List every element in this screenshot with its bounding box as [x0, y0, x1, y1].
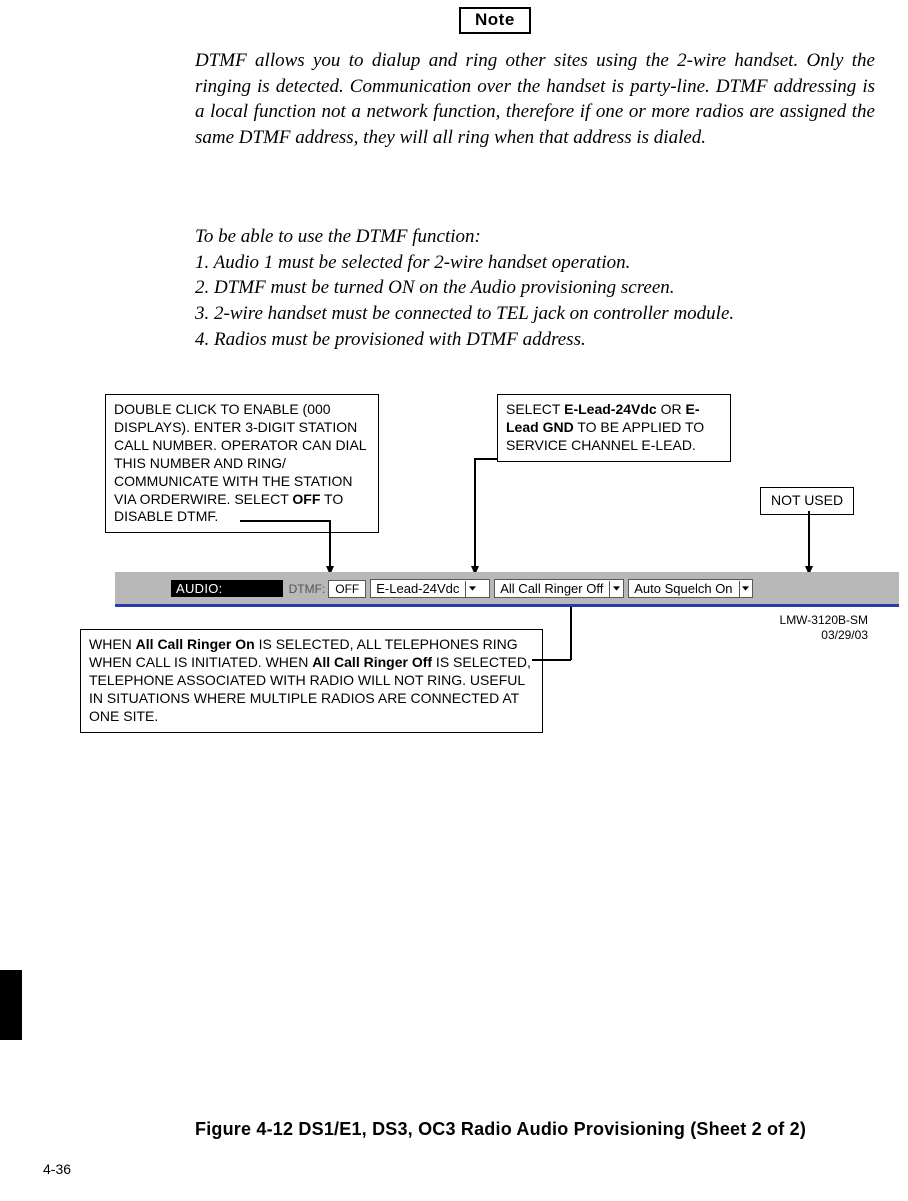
note-label: Note: [475, 10, 515, 29]
figure-caption: Figure 4-12 DS1/E1, DS3, OC3 Radio Audio…: [195, 1119, 806, 1140]
doc-id: LMW-3120B-SM: [780, 613, 868, 628]
callout-elead-mid: OR: [657, 401, 686, 417]
arrow-elead-h: [474, 458, 498, 460]
squelch-select[interactable]: Auto Squelch On: [628, 579, 752, 598]
elead-select[interactable]: E-Lead-24Vdc: [370, 579, 490, 598]
dtmf-value: OFF: [335, 582, 359, 596]
note-label-box: Note: [459, 7, 531, 34]
callout-ringer: WHEN All Call Ringer On IS SELECTED, ALL…: [80, 629, 543, 733]
chevron-down-icon: [609, 581, 622, 597]
audio-label: AUDIO:: [171, 580, 283, 597]
arrow-dtmf-h: [240, 520, 330, 522]
doc-id-block: LMW-3120B-SM 03/29/03: [780, 613, 868, 643]
callout-dtmf-bold: OFF: [292, 491, 320, 507]
arrow-ringer-v2: [570, 629, 572, 660]
squelch-select-value: Auto Squelch On: [629, 580, 738, 597]
thumb-index-tab: [0, 970, 22, 1040]
dtmf-label: DTMF:: [283, 582, 329, 596]
ringer-select-value: All Call Ringer Off: [495, 580, 609, 597]
chevron-down-icon: [739, 581, 752, 597]
chevron-down-icon: [465, 581, 478, 597]
callout-ringer-b2: All Call Ringer Off: [312, 654, 432, 670]
callout-ringer-pre: WHEN: [89, 636, 136, 652]
arrow-elead-v: [474, 458, 476, 567]
callout-elead-b1: E-Lead-24Vdc: [564, 401, 657, 417]
elead-select-value: E-Lead-24Vdc: [371, 580, 465, 597]
callout-dtmf: DOUBLE CLICK TO ENABLE (000 DISPLAYS). E…: [105, 394, 379, 533]
step-1: 1. Audio 1 must be selected for 2-wire h…: [195, 250, 875, 276]
callout-ringer-b1: All Call Ringer On: [136, 636, 255, 652]
doc-date: 03/29/03: [780, 628, 868, 643]
arrow-dtmf-v: [329, 520, 331, 567]
page-number: 4-36: [43, 1161, 71, 1177]
steps-intro: To be able to use the DTMF function:: [195, 224, 875, 250]
dtmf-value-field[interactable]: OFF: [328, 580, 366, 598]
steps-block: To be able to use the DTMF function: 1. …: [195, 224, 875, 352]
step-2: 2. DTMF must be turned ON on the Audio p…: [195, 275, 875, 301]
ringer-select[interactable]: All Call Ringer Off: [494, 579, 624, 598]
audio-toolbar: AUDIO: DTMF: OFF E-Lead-24Vdc All Call R…: [115, 572, 899, 605]
toolbar-underline: [115, 604, 899, 607]
arrow-ringer-h: [532, 659, 571, 661]
arrow-notused-v: [808, 511, 810, 567]
step-4: 4. Radios must be provisioned with DTMF …: [195, 327, 875, 353]
callout-elead-pre: SELECT: [506, 401, 564, 417]
intro-paragraph: DTMF allows you to dialup and ring other…: [195, 48, 875, 151]
step-3: 3. 2-wire handset must be connected to T…: [195, 301, 875, 327]
callout-elead: SELECT E-Lead-24Vdc OR E-Lead GND TO BE …: [497, 394, 731, 462]
